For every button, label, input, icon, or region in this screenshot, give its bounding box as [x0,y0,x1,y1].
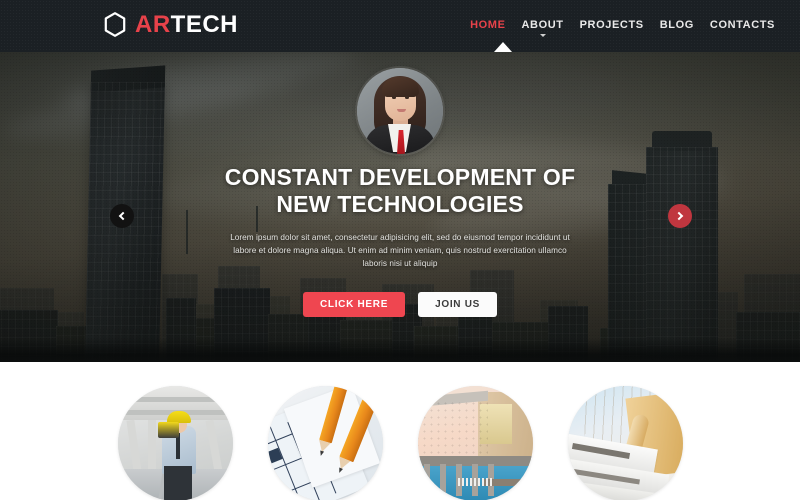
chevron-right-icon [674,211,684,221]
site-logo[interactable]: ARTECH [104,12,238,37]
join-us-button[interactable]: JOIN US [418,292,498,317]
hero-bottom-fade [0,338,800,362]
nav-item-contacts[interactable]: CONTACTS [710,19,775,32]
feature-image-wooden-structure[interactable] [567,386,683,500]
nav-item-projects[interactable]: PROJECTS [580,19,644,32]
hero-title-line2: NEW TECHNOLOGIES [276,191,524,217]
nav-link-about[interactable]: ABOUT [522,19,564,32]
nav-link-home[interactable]: HOME [470,19,505,32]
carousel-prev-button[interactable] [110,204,134,228]
feature-item-1[interactable] [117,386,233,500]
feature-image-concrete-building[interactable] [417,386,533,500]
nav-item-about[interactable]: ABOUT [522,19,564,37]
nav-link-contacts[interactable]: CONTACTS [710,19,775,32]
hexagon-outline-icon [104,12,126,37]
nav-link-projects[interactable]: PROJECTS [580,19,644,32]
feature-image-surveyor[interactable] [117,386,233,500]
logo-text-secondary: TECH [170,11,239,38]
hero-button-group: CLICK HERE JOIN US [120,292,680,317]
hero-subtitle: Lorem ipsum dolor sit amet, consectetur … [225,231,575,270]
main-navigation: HOME ABOUT PROJECTS BLOG CONTACTS [470,19,775,37]
features-row [0,386,800,500]
click-here-button[interactable]: CLICK HERE [302,292,406,317]
feature-item-4[interactable] [567,386,683,500]
active-nav-pointer-icon [494,42,512,52]
hero-title-line1: CONSTANT DEVELOPMENT OF [224,164,576,190]
header-inner: ARTECH HOME ABOUT PROJECTS BLOG CONTACTS [0,0,800,52]
hero-slider: CONSTANT DEVELOPMENT OF NEW TECHNOLOGIES… [0,52,800,362]
chevron-left-icon [118,211,128,221]
nav-item-home[interactable]: HOME [470,19,505,32]
nav-link-blog[interactable]: BLOG [660,19,694,32]
feature-item-2[interactable] [267,386,383,500]
feature-image-blueprints[interactable] [267,386,383,500]
logo-wordmark: ARTECH [135,12,238,37]
feature-item-3[interactable] [417,386,533,500]
hero-title: CONSTANT DEVELOPMENT OF NEW TECHNOLOGIES [120,164,680,218]
hero-content: CONSTANT DEVELOPMENT OF NEW TECHNOLOGIES… [0,164,800,317]
page-root: ARTECH HOME ABOUT PROJECTS BLOG CONTACTS [0,0,800,500]
chevron-down-icon [539,34,546,37]
avatar [357,68,443,154]
logo-text-primary: AR [135,11,171,38]
carousel-next-button[interactable] [668,204,692,228]
hero-subtitle-line2: et dolore magna aliqua. Ut enim ad minim… [258,246,567,268]
site-header: ARTECH HOME ABOUT PROJECTS BLOG CONTACTS [0,0,800,52]
features-section [0,362,800,500]
nav-item-blog[interactable]: BLOG [660,19,694,32]
